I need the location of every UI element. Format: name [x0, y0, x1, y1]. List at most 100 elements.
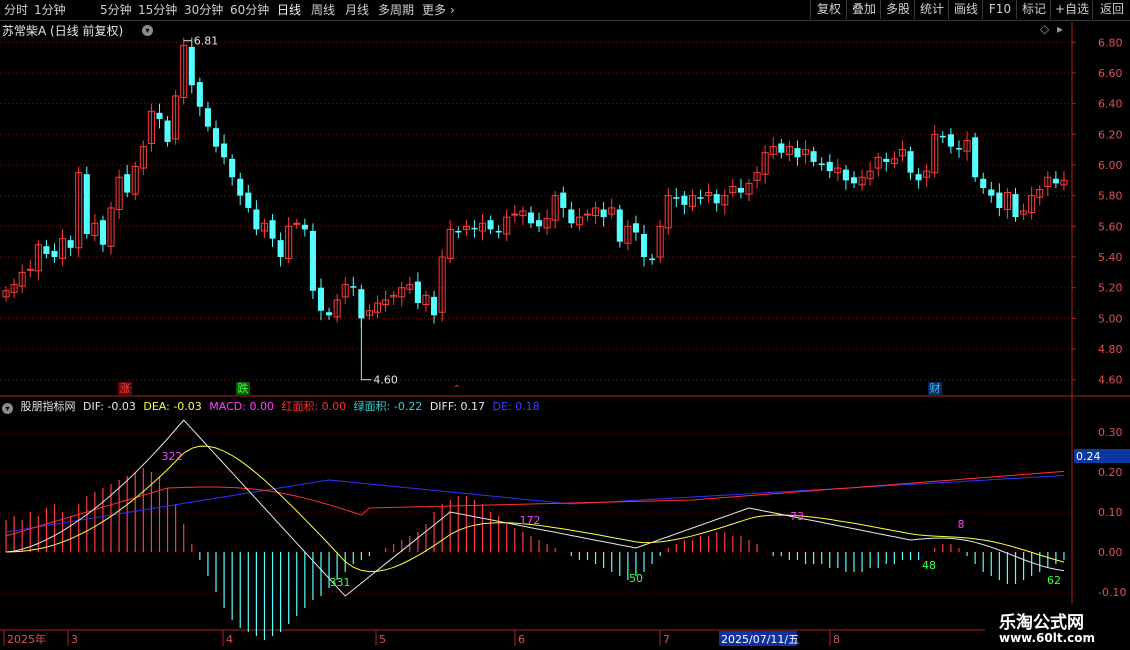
area-label: 331	[330, 576, 351, 589]
candle-body	[673, 197, 680, 199]
legend-dea: DEA: -0.03	[143, 400, 202, 413]
mark-button[interactable]: 标记	[1016, 0, 1051, 19]
candle-body	[260, 222, 269, 232]
statistics-button[interactable]: 统计	[914, 0, 949, 19]
legend-red-area: 红面积: 0.00	[281, 400, 347, 413]
indicator-name[interactable]: 股朋指标网	[21, 400, 76, 413]
candle-body	[124, 174, 131, 193]
date-label: 2025年	[7, 632, 46, 646]
candle-body	[59, 238, 67, 260]
period-tab-15min[interactable]: 15分钟	[138, 2, 177, 18]
overlay-button[interactable]: 叠加	[846, 0, 881, 19]
candle-body	[721, 195, 729, 206]
candle-body	[1003, 192, 1011, 210]
candle-body	[769, 146, 777, 155]
candle-body	[204, 108, 211, 127]
candle-body	[2, 290, 10, 298]
candle-body	[164, 120, 171, 142]
high-price-label: 6.81	[194, 35, 219, 48]
candle-body	[34, 244, 42, 272]
date-label: 3	[71, 633, 78, 646]
date-label: 6	[518, 633, 525, 646]
period-tab-multi[interactable]: 多周期	[378, 2, 414, 18]
candle-body	[939, 135, 946, 138]
candle-body	[147, 110, 155, 145]
legend-dif: DIF: -0.03	[83, 400, 136, 413]
candle-body	[972, 137, 979, 178]
price-tick-label: 6.00	[1098, 159, 1123, 172]
candle-body	[390, 294, 398, 298]
date-label: 7	[663, 633, 670, 646]
candle-body	[438, 256, 446, 313]
candle-body	[883, 158, 890, 162]
candle-body	[67, 240, 74, 248]
candle-body	[156, 112, 163, 119]
candle-body	[1036, 189, 1044, 198]
candle-body	[592, 207, 600, 217]
candle-body	[1052, 178, 1059, 184]
price-tick-label: 5.00	[1098, 312, 1123, 325]
period-tab-1min[interactable]: 1分钟	[34, 2, 66, 18]
period-tab-daily[interactable]: 日线	[277, 2, 301, 18]
period-tab-weekly[interactable]: 周线	[311, 2, 335, 18]
candle-body	[778, 143, 785, 153]
candle-body	[705, 192, 713, 197]
candle-body	[139, 146, 147, 169]
fuquan-button[interactable]: 复权	[810, 0, 847, 19]
candle-body	[753, 172, 761, 181]
candle-body	[478, 222, 487, 232]
period-tab-5min[interactable]: 5分钟	[100, 2, 132, 18]
watermark-logo: 乐淘公式网 www.60lt.com	[985, 604, 1130, 650]
candle-body	[10, 284, 18, 293]
candle-body	[794, 148, 801, 158]
indicator-tick-label: 0.10	[1098, 506, 1123, 519]
event-tag-2: 财	[930, 381, 941, 395]
candle-body	[446, 228, 454, 260]
period-tab-monthly[interactable]: 月线	[345, 2, 369, 18]
area-label: 172	[520, 514, 541, 527]
draw-line-button[interactable]: 画线	[948, 0, 983, 19]
period-tab-fenshi[interactable]: 分时	[4, 2, 28, 18]
diamond-icon[interactable]: ◇	[1040, 22, 1049, 36]
triangle-right-icon[interactable]: ▸	[1057, 22, 1063, 36]
candle-body	[907, 151, 914, 173]
period-tab-more[interactable]: 更多	[422, 2, 446, 18]
candle-body	[406, 284, 414, 290]
back-button[interactable]: 返回	[1092, 0, 1130, 19]
area-label: 50	[629, 572, 643, 585]
period-tab-60min[interactable]: 60分钟	[230, 2, 269, 18]
candle-body	[1044, 176, 1052, 187]
add-watchlist-button[interactable]: +自选	[1050, 0, 1093, 19]
multi-stock-button[interactable]: 多股	[880, 0, 915, 19]
current-value-label: 0.24	[1076, 450, 1101, 463]
candle-body	[640, 234, 648, 258]
candle-body	[963, 139, 971, 152]
candle-body	[818, 163, 825, 165]
candle-body	[350, 286, 357, 288]
f10-button[interactable]: F10	[982, 0, 1017, 19]
candle-body	[422, 294, 430, 306]
candle-body	[575, 216, 583, 226]
candle-body	[107, 207, 115, 247]
candle-body	[632, 223, 639, 233]
candle-body	[664, 195, 672, 229]
price-tick-label: 6.80	[1098, 36, 1123, 49]
chevron-right-icon[interactable]: ›	[450, 2, 455, 18]
price-tick-label: 5.20	[1098, 282, 1123, 295]
candle-body	[866, 170, 874, 180]
diff-line	[5, 470, 1065, 537]
candle-body	[931, 133, 939, 174]
price-tick-label: 6.20	[1098, 128, 1123, 141]
chevron-down-icon[interactable]: ▾	[142, 25, 153, 36]
candle-body	[414, 281, 421, 304]
candle-body	[309, 230, 316, 291]
candle-body	[269, 220, 276, 239]
candle-body	[317, 287, 325, 311]
candle-body	[996, 192, 1003, 208]
price-tick-label: 4.60	[1098, 374, 1123, 387]
candle-body	[729, 185, 737, 194]
candle-body	[196, 82, 203, 107]
candle-body	[326, 312, 333, 316]
period-tab-30min[interactable]: 30分钟	[184, 2, 223, 18]
indicator-menu-icon[interactable]: ▾	[2, 403, 13, 414]
